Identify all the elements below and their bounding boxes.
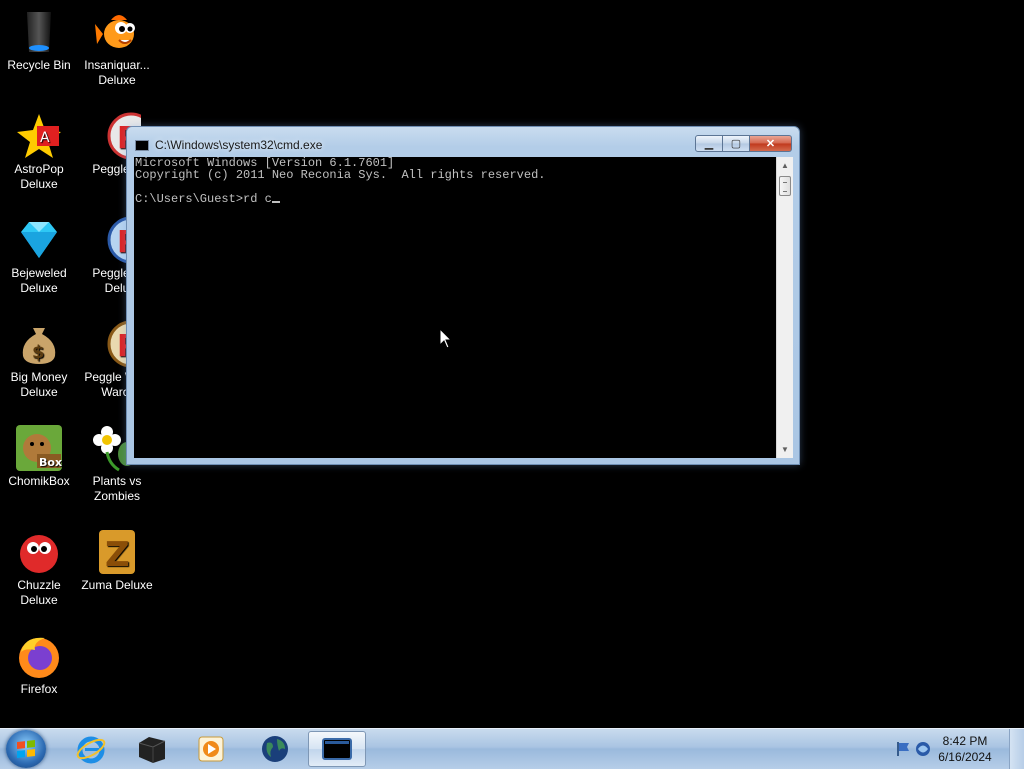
desktop-icon-bejeweled[interactable]: Bejeweled Deluxe (0, 216, 78, 296)
svg-text:A: A (40, 130, 50, 146)
arrow-down-icon: ▼ (781, 445, 789, 454)
firefox-icon (15, 632, 63, 680)
clock-date: 6/16/2024 (938, 750, 992, 764)
taskbar-item-dark-app[interactable] (122, 731, 180, 767)
hamster-box-icon: Box (15, 424, 63, 472)
clock-time: 8:42 PM (942, 734, 988, 748)
taskbar-item-globe-app[interactable] (246, 731, 304, 767)
maximize-icon: ▢ (730, 138, 742, 150)
maximize-button[interactable]: ▢ (723, 135, 750, 152)
minimize-button[interactable]: ▁ (695, 135, 723, 152)
taskbar-clock[interactable]: 8:42 PM 6/16/2024 (930, 733, 1000, 765)
arrow-up-icon: ▲ (781, 161, 789, 170)
chuzzle-icon (15, 528, 63, 576)
box-icon (138, 737, 166, 763)
desktop-icon-insaniquarium[interactable]: Insaniquar... Deluxe (78, 8, 156, 88)
zuma-icon: Z (93, 528, 141, 576)
cmd-icon (135, 139, 149, 151)
svg-text:Box: Box (39, 456, 62, 469)
close-button[interactable]: ✕ (750, 135, 792, 152)
window-titlebar[interactable]: C:\Windows\system32\cmd.exe (135, 136, 322, 154)
window-controls: ▁ ▢ ✕ (695, 135, 792, 152)
desktop-icon-chuzzle[interactable]: Chuzzle Deluxe (0, 528, 78, 608)
scroll-thumb[interactable] (779, 176, 791, 196)
console-line: Copyright (c) 2011 Neo Reconia Sys. All … (135, 168, 546, 182)
svg-text:$: $ (32, 342, 45, 363)
taskbar-item-media-player[interactable] (182, 731, 240, 767)
goldfish-icon (93, 8, 141, 56)
recycle-bin-icon (15, 8, 63, 56)
vertical-scrollbar[interactable]: ▲ ▼ (776, 157, 793, 458)
start-button[interactable] (6, 730, 46, 768)
windows-logo-icon (17, 740, 35, 758)
money-bag-icon: $ (15, 320, 63, 368)
flag-icon (897, 742, 909, 756)
globe-icon (262, 736, 288, 762)
tray-action-center[interactable] (894, 740, 912, 763)
text-cursor (271, 201, 280, 203)
media-player-icon (198, 736, 224, 762)
astropop-icon: A (15, 112, 63, 160)
cmd-icon (322, 738, 352, 760)
show-desktop-button[interactable] (1009, 729, 1024, 769)
desktop-icon-chomikbox[interactable]: Box ChomikBox (0, 424, 78, 489)
desktop-icon-zuma[interactable]: Z Zuma Deluxe (78, 528, 156, 593)
console-prompt-line: C:\Users\Guest>rd c (134, 193, 776, 205)
minimize-icon: ▁ (704, 138, 714, 150)
scroll-up-button[interactable]: ▲ (777, 157, 793, 174)
taskbar-item-internet-explorer[interactable] (62, 731, 120, 767)
window-title: C:\Windows\system32\cmd.exe (155, 138, 323, 152)
desktop-icon-astropop[interactable]: A AstroPop Deluxe (0, 112, 78, 192)
diamond-icon (15, 216, 63, 264)
ie-icon (76, 736, 106, 764)
desktop-icon-big-money[interactable]: $ Big Money Deluxe (0, 320, 78, 400)
taskbar: 8:42 PM 6/16/2024 (0, 728, 1024, 769)
cmd-window[interactable]: C:\Windows\system32\cmd.exe ▁ ▢ ✕ Micros… (126, 126, 800, 465)
svg-text:Z: Z (105, 535, 130, 575)
console-prompt: C:\Users\Guest>rd c (135, 192, 272, 206)
mouse-pointer-icon (439, 328, 453, 349)
desktop-icon-recycle-bin[interactable]: Recycle Bin (0, 8, 78, 73)
taskbar-item-cmd[interactable] (308, 731, 366, 767)
desktop-icon-firefox[interactable]: Firefox (0, 632, 78, 697)
close-icon: ✕ (765, 138, 776, 150)
console-output[interactable]: Microsoft Windows [Version 6.1.7601] Cop… (134, 157, 776, 458)
scroll-down-button[interactable]: ▼ (777, 441, 793, 458)
